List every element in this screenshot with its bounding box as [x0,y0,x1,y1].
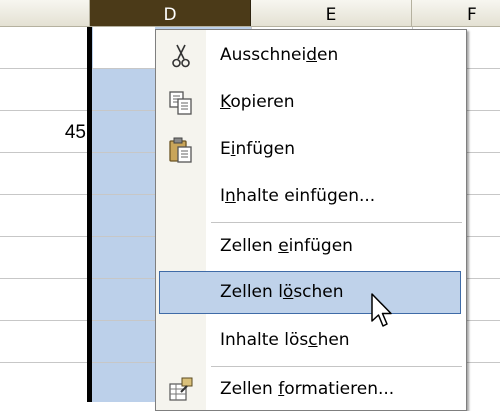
menu-item-label: Inhalte löschen [220,330,350,350]
cell-value[interactable]: 45 [30,122,86,150]
menu-item-label: Einfügen [220,139,296,159]
column-header-c[interactable] [0,0,90,26]
menu-item-label: Zellen formatieren... [220,379,395,399]
paste-icon [169,137,192,163]
scissors-icon [172,44,190,68]
menu-separator [211,366,462,367]
menu-item-zellen-einfuegen[interactable]: Zellen einfügen [159,225,461,268]
column-header-row: D E F [0,0,500,27]
column-header-d[interactable]: D [90,0,251,26]
menu-item-label: Zellen einfügen [220,236,353,256]
menu-item-einfuegen[interactable]: Einfügen [159,128,461,171]
menu-item-inhalte-einfuegen[interactable]: Inhalte einfügen... [159,175,461,218]
selection-border [87,26,92,402]
active-cell[interactable] [93,27,155,68]
menu-item-label: Kopieren [220,92,295,112]
format-cells-icon [169,377,193,401]
menu-item-zellen-formatieren[interactable]: Zellen formatieren... [159,368,461,411]
menu-item-label: Inhalte einfügen... [220,186,376,206]
menu-item-label: Zellen löschen [220,282,344,302]
menu-item-kopieren[interactable]: Kopieren [159,81,461,124]
mouse-cursor-icon [371,293,392,327]
menu-item-inhalte-loeschen[interactable]: Inhalte löschen [159,319,461,362]
column-header-f[interactable]: F [412,0,500,26]
column-header-e[interactable]: E [251,0,412,26]
context-menu: Ausschneiden Kopieren Einfügen Inhalte e… [155,29,467,411]
menu-item-zellen-loeschen[interactable]: Zellen löschen [159,271,461,314]
menu-item-ausschneiden[interactable]: Ausschneiden [159,34,461,77]
menu-item-label: Ausschneiden [220,45,339,65]
copy-icon [169,91,192,115]
menu-separator [211,222,462,223]
